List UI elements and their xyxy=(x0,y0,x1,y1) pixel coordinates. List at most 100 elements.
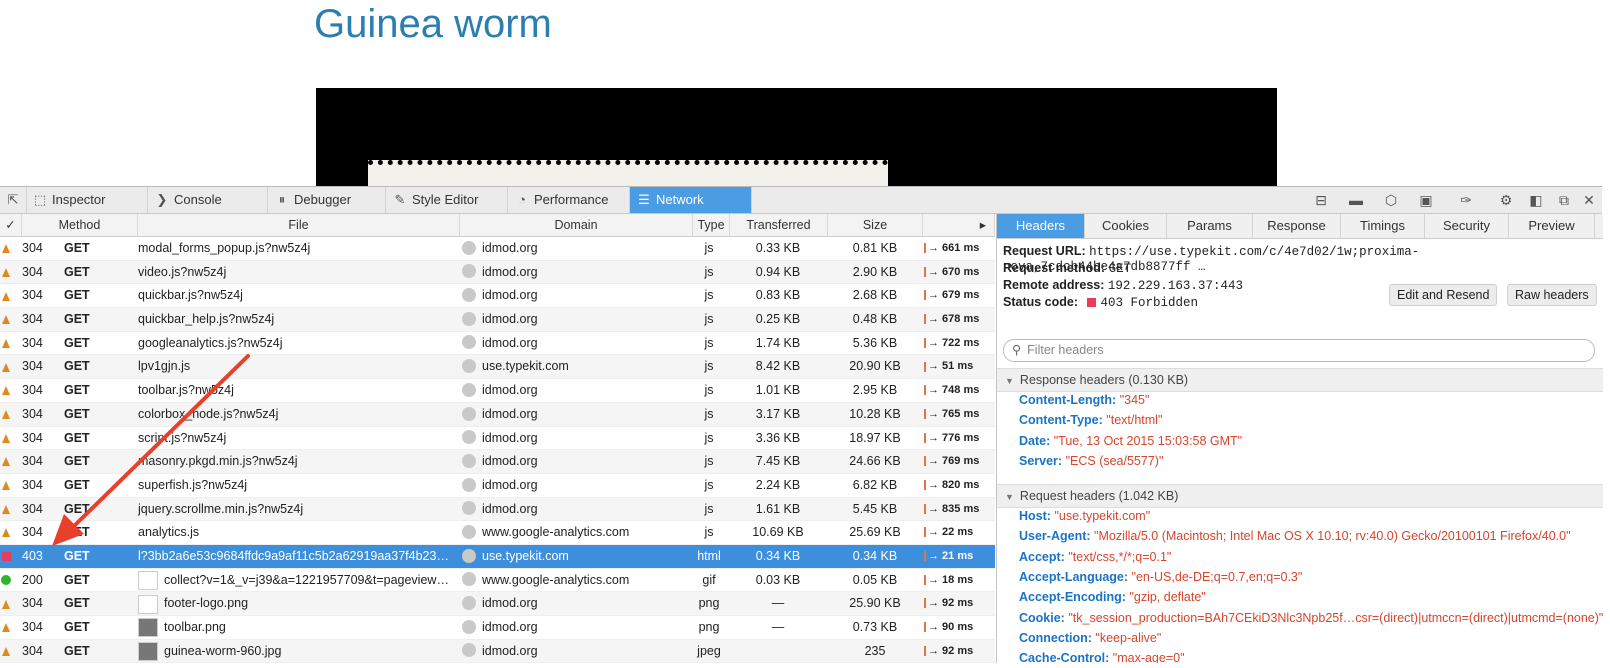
responsive-design-icon[interactable]: ⊟ xyxy=(1310,187,1332,213)
request-row[interactable]: 304 GET video.js?nw5z4j idmod.org js 0.94 KB 2… xyxy=(0,260,995,285)
request-row[interactable]: 304 GET script.js?nw5z4j idmod.org js 3.36 KB… xyxy=(0,427,995,451)
domain-column-header[interactable]: Domain xyxy=(460,214,693,236)
separate-window-icon[interactable]: ⧉ xyxy=(1553,187,1575,213)
remote-address-line: Remote address: 192.229.163.37:443 xyxy=(1003,278,1243,293)
request-method: GET xyxy=(64,383,90,398)
waterfall-bar xyxy=(924,456,926,467)
request-list: ✓ Method File Domain Type Transferred Si… xyxy=(0,214,995,663)
request-method: GET xyxy=(64,288,90,303)
domain-cell: idmod.org xyxy=(462,261,692,284)
request-row[interactable]: 304 GET modal_forms_popup.js?nw5z4j idmod.o… xyxy=(0,237,995,261)
waterfall-bar xyxy=(924,622,926,633)
request-row[interactable]: 304 GET footer-logo.png idmod.org png — 25.90 … xyxy=(0,592,995,616)
domain-cell: idmod.org xyxy=(462,474,692,497)
status-indicator xyxy=(2,599,10,609)
request-headers-section[interactable]: ▼ Request headers (1.042 KB) xyxy=(997,484,1603,508)
request-row[interactable]: 304 GET quickbar.js?nw5z4j idmod.org js 0.83 … xyxy=(0,284,995,309)
detail-tab-cookies[interactable]: Cookies xyxy=(1085,214,1167,238)
request-row[interactable]: 304 GET masonry.pkgd.min.js?nw5z4j idmod.or… xyxy=(0,450,995,474)
element-picker-icon[interactable]: ⇱ xyxy=(0,187,27,213)
response-headers-section[interactable]: ▼ Response headers (0.130 KB) xyxy=(997,368,1603,392)
request-row[interactable]: 304 GET analytics.js www.google-analytics.c… xyxy=(0,521,995,545)
request-row[interactable]: 304 GET guinea-worm-960.jpg idmod.org jpeg 23… xyxy=(0,639,995,663)
waterfall-bar xyxy=(924,385,926,396)
status-column-header[interactable]: ✓ xyxy=(0,214,22,236)
tab-label: Debugger xyxy=(294,192,352,207)
tab-network[interactable]: ☰ Network xyxy=(630,187,752,213)
warning-icon xyxy=(0,261,12,284)
detail-tab-security[interactable]: Security xyxy=(1425,214,1509,238)
header-entry: Accept-Encoding: "gzip, deflate" xyxy=(1019,590,1206,604)
resource-size: 2.68 KB xyxy=(852,288,898,303)
timing-value: → 51 ms xyxy=(928,360,974,373)
tab-debugger[interactable]: ⏸ Debugger xyxy=(268,187,386,213)
domain-cell: idmod.org xyxy=(462,640,692,663)
request-row[interactable]: 304 GET jquery.scrollme.min.js?nw5z4j idmod… xyxy=(0,497,995,522)
resource-size: 25.69 KB xyxy=(849,525,901,540)
request-row[interactable]: 200 GET collect?v=1&_v=j39&a=1221957709&t=… xyxy=(0,569,995,593)
scratchpad-icon[interactable]: ▬ xyxy=(1345,187,1367,213)
transferred-column-header[interactable]: Transferred xyxy=(730,214,828,236)
performance-icon: ◔ xyxy=(518,192,526,207)
tab-inspector[interactable]: ⬚ Inspector xyxy=(26,187,148,213)
raw-headers-button[interactable]: Raw headers xyxy=(1507,284,1597,306)
resource-type: png xyxy=(698,620,720,634)
globe-icon xyxy=(462,501,476,516)
request-row[interactable]: 403 GET l?3bb2a6e53c9684ffdc9a9af11c5b2a62… xyxy=(0,544,995,569)
method-column-header[interactable]: Method xyxy=(22,214,138,236)
waterfall-bar xyxy=(924,361,926,372)
globe-icon xyxy=(462,264,476,279)
request-row[interactable]: 304 GET colorbox_node.js?nw5z4j idmod.org js… xyxy=(0,402,995,427)
warning-icon xyxy=(0,640,12,663)
request-method: GET xyxy=(64,359,90,374)
resource-type: js xyxy=(704,312,714,327)
header-entry: Cookie: "tk_session_production=BAh7CEkiD… xyxy=(1019,611,1603,625)
tab-style-editor[interactable]: ✎ Style Editor xyxy=(386,187,508,213)
close-icon[interactable]: ✕ xyxy=(1578,187,1600,213)
file-cell: l?3bb2a6e53c9684ffdc9a9af11c5b2a62919aa3… xyxy=(138,545,454,568)
request-row[interactable]: 304 GET toolbar.png idmod.org png — 0.73 KB → 9… xyxy=(0,616,995,640)
transferred-size: 8.42 KB xyxy=(755,359,801,374)
remote-address-label: Remote address: xyxy=(1003,278,1105,292)
request-method: GET xyxy=(64,525,90,540)
header-entry: Connection: "keep-alive" xyxy=(1019,631,1161,645)
timing-cell: → 769 ms xyxy=(924,450,994,473)
domain-cell: idmod.org xyxy=(462,450,692,473)
edit-and-resend-button[interactable]: Edit and Resend xyxy=(1389,284,1498,306)
warning-icon xyxy=(0,498,12,521)
waterfall-toggle-icon[interactable]: ▸ xyxy=(923,214,995,236)
file-name: superfish.js?nw5z4j xyxy=(138,477,248,492)
resource-type: js xyxy=(704,241,714,255)
status-code: 304 xyxy=(22,596,43,611)
detail-tab-timings[interactable]: Timings xyxy=(1341,214,1425,238)
request-row[interactable]: 304 GET quickbar_help.js?nw5z4j idmod.org js… xyxy=(0,308,995,332)
request-row[interactable]: 304 GET lpv1gjn.js use.typekit.com js 8.42 KB… xyxy=(0,355,995,380)
request-method: GET xyxy=(64,241,90,255)
detail-tab-headers[interactable]: Headers xyxy=(997,214,1085,238)
request-row[interactable]: 304 GET superfish.js?nw5z4j idmod.org js 2.24… xyxy=(0,474,995,498)
resource-size: 18.97 KB xyxy=(849,430,901,445)
3d-view-icon[interactable]: ⬡ xyxy=(1380,187,1402,213)
waterfall-bar xyxy=(924,337,926,348)
tab-console[interactable]: ❯ Console xyxy=(148,187,268,213)
timing-cell: → 679 ms xyxy=(924,284,994,307)
file-cell: guinea-worm-960.jpg xyxy=(138,640,454,663)
filter-headers-input[interactable]: ⚲ Filter headers xyxy=(1003,339,1595,362)
request-row[interactable]: 304 GET toolbar.js?nw5z4j idmod.org js 1.01 K… xyxy=(0,379,995,403)
file-column-header[interactable]: File xyxy=(138,214,460,236)
type-column-header[interactable]: Type xyxy=(693,214,730,236)
timing-cell: → 820 ms xyxy=(924,474,994,497)
detail-tab-params[interactable]: Params xyxy=(1167,214,1253,238)
tab-performance[interactable]: ◔ Performance xyxy=(508,187,630,213)
waterfall-bar xyxy=(924,290,926,301)
settings-gear-icon[interactable]: ⚙ xyxy=(1495,187,1517,213)
size-column-header[interactable]: Size xyxy=(828,214,923,236)
detail-tab-response[interactable]: Response xyxy=(1253,214,1341,238)
header-value: "en-US,de-DE;q=0.7,en;q=0.3" xyxy=(1131,569,1303,584)
dock-side-icon[interactable]: ◧ xyxy=(1525,187,1547,213)
request-row[interactable]: 304 GET googleanalytics.js?nw5z4j idmod.org… xyxy=(0,332,995,356)
eyedropper-icon[interactable]: ✑ xyxy=(1455,187,1477,213)
screenshot-icon[interactable]: ▣ xyxy=(1415,187,1437,213)
timing-cell: → 92 ms xyxy=(924,592,994,615)
detail-tab-preview[interactable]: Preview xyxy=(1509,214,1595,238)
